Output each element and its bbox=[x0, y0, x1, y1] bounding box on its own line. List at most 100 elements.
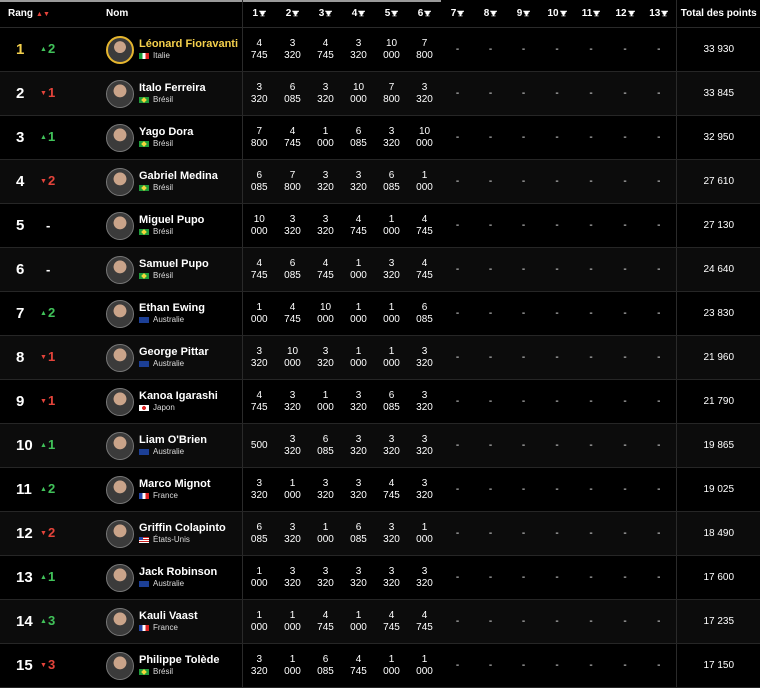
athlete-cell[interactable]: George Pittar Australie bbox=[106, 335, 242, 380]
athlete-cell[interactable]: Kauli Vaast France bbox=[106, 599, 242, 644]
athlete-cell[interactable]: Jack Robinson Australie bbox=[106, 555, 242, 600]
table-row[interactable]: 10 ▲1 Liam O'Brien Australie 500 3 320 6 085 3 … bbox=[0, 423, 760, 468]
athlete-name[interactable]: Marco Mignot bbox=[139, 478, 211, 491]
athlete-name[interactable]: Kauli Vaast bbox=[139, 610, 198, 623]
event-header-9[interactable]: 9 bbox=[507, 0, 540, 28]
athlete-name[interactable]: Kanoa Igarashi bbox=[139, 390, 218, 403]
event-score: - bbox=[642, 643, 676, 688]
table-row[interactable]: 8 ▼1 George Pittar Australie 3 320 10 000 3 32… bbox=[0, 335, 760, 380]
event-score: - bbox=[574, 511, 608, 556]
athlete-cell[interactable]: Gabriel Medina Brésil bbox=[106, 159, 242, 204]
sort-header[interactable]: ▲▼ bbox=[36, 0, 106, 28]
event-score: 4 745 bbox=[241, 247, 276, 292]
athlete-name[interactable]: Gabriel Medina bbox=[139, 170, 218, 183]
athlete-cell[interactable]: Italo Ferreira Brésil bbox=[106, 71, 242, 116]
event-header-2[interactable]: 2 bbox=[276, 0, 309, 28]
athlete-cell[interactable]: Griffin Colapinto États-Unis bbox=[106, 511, 242, 556]
rank-cell: 12 bbox=[0, 511, 36, 556]
event-score: 4 745 bbox=[241, 379, 276, 424]
event-score: 1 000 bbox=[276, 467, 309, 512]
table-row[interactable]: 12 ▼2 Griffin Colapinto États-Unis 6 085 3 32… bbox=[0, 511, 760, 556]
event-header-6[interactable]: 6 bbox=[408, 0, 441, 28]
table-row[interactable]: 9 ▼1 Kanoa Igarashi Japon 4 745 3 320 1 000 3 3… bbox=[0, 379, 760, 424]
trophy-icon bbox=[457, 10, 465, 17]
event-score: 1 000 bbox=[408, 511, 441, 556]
table-row[interactable]: 7 ▲2 Ethan Ewing Australie 1 000 4 745 10 000 1… bbox=[0, 291, 760, 336]
event-header-7[interactable]: 7 bbox=[441, 0, 474, 28]
trophy-icon bbox=[391, 10, 399, 17]
athlete-cell[interactable]: Liam O'Brien Australie bbox=[106, 423, 242, 468]
arrow-down-icon: ▼ bbox=[40, 529, 47, 537]
avatar bbox=[106, 343, 134, 372]
bresil-flag-icon bbox=[139, 229, 149, 235]
athlete-cell[interactable]: Marco Mignot France bbox=[106, 467, 242, 512]
event-score: 4 745 bbox=[408, 247, 441, 292]
athlete-cell[interactable]: Philippe Tolède Brésil bbox=[106, 643, 242, 688]
athlete-cell[interactable]: Miguel Pupo Brésil bbox=[106, 203, 242, 248]
athlete-cell[interactable]: Samuel Pupo Brésil bbox=[106, 247, 242, 292]
event-score: 500 bbox=[241, 423, 276, 468]
table-row[interactable]: 11 ▲2 Marco Mignot France 3 320 1 000 3 320 3 3… bbox=[0, 467, 760, 512]
event-score: 4 745 bbox=[375, 467, 408, 512]
event-score: 6 085 bbox=[342, 115, 375, 160]
athlete-name[interactable]: Yago Dora bbox=[139, 126, 193, 139]
event-score: - bbox=[441, 423, 474, 468]
event-score: - bbox=[608, 335, 642, 380]
table-body: 1 ▲2 Léonard Fioravanti Italie 4 745 3 320 4 7… bbox=[0, 27, 760, 688]
rank-change: ▲2 bbox=[36, 467, 106, 512]
event-header-3[interactable]: 3 bbox=[309, 0, 342, 28]
event-score: - bbox=[474, 555, 507, 600]
athlete-name[interactable]: Liam O'Brien bbox=[139, 434, 207, 447]
table-row[interactable]: 4 ▼2 Gabriel Medina Brésil 6 085 7 800 3 320 3 … bbox=[0, 159, 760, 204]
event-score: - bbox=[574, 27, 608, 72]
table-row[interactable]: 5- Miguel Pupo Brésil 10 000 3 320 3 320 4 745… bbox=[0, 203, 760, 248]
athlete-name[interactable]: Philippe Tolède bbox=[139, 654, 219, 667]
trophy-icon bbox=[424, 10, 432, 17]
athlete-name[interactable]: Jack Robinson bbox=[139, 566, 217, 579]
athlete-name[interactable]: George Pittar bbox=[139, 346, 209, 359]
athlete-name[interactable]: Léonard Fioravanti bbox=[139, 38, 238, 51]
total-points: 24 640 bbox=[675, 247, 760, 292]
athlete-name[interactable]: Samuel Pupo bbox=[139, 258, 209, 271]
event-header-13[interactable]: 13 bbox=[642, 0, 676, 28]
athlete-name[interactable]: Griffin Colapinto bbox=[139, 522, 226, 535]
event-score: 3 320 bbox=[241, 467, 276, 512]
athlete-name[interactable]: Italo Ferreira bbox=[139, 82, 206, 95]
athlete-cell[interactable]: Léonard Fioravanti Italie bbox=[106, 27, 242, 72]
athlete-name[interactable]: Miguel Pupo bbox=[139, 214, 204, 227]
event-score: - bbox=[474, 291, 507, 336]
event-score: 1 000 bbox=[342, 291, 375, 336]
event-header-10[interactable]: 10 bbox=[540, 0, 574, 28]
athlete-cell[interactable]: Ethan Ewing Australie bbox=[106, 291, 242, 336]
rank-header[interactable]: Rang bbox=[0, 0, 36, 28]
name-header[interactable]: Nom bbox=[106, 0, 242, 28]
trophy-icon bbox=[259, 10, 267, 17]
total-points-header[interactable]: Total des points bbox=[675, 0, 760, 28]
event-score: 1 000 bbox=[241, 555, 276, 600]
athlete-name[interactable]: Ethan Ewing bbox=[139, 302, 205, 315]
event-score: 3 320 bbox=[309, 71, 342, 116]
event-score: 3 320 bbox=[276, 511, 309, 556]
table-row[interactable]: 13 ▲1 Jack Robinson Australie 1 000 3 320 3 32… bbox=[0, 555, 760, 600]
arrow-down-icon: ▼ bbox=[40, 397, 47, 405]
event-header-11[interactable]: 11 bbox=[574, 0, 608, 28]
event-score: 6 085 bbox=[276, 247, 309, 292]
event-score: 3 320 bbox=[276, 555, 309, 600]
athlete-cell[interactable]: Kanoa Igarashi Japon bbox=[106, 379, 242, 424]
event-header-4[interactable]: 4 bbox=[342, 0, 375, 28]
event-header-8[interactable]: 8 bbox=[474, 0, 507, 28]
event-header-12[interactable]: 12 bbox=[608, 0, 642, 28]
table-row[interactable]: 15 ▼3 Philippe Tolède Brésil 3 320 1 000 6 085… bbox=[0, 643, 760, 688]
bresil-flag-icon bbox=[139, 273, 149, 279]
event-header-5[interactable]: 5 bbox=[375, 0, 408, 28]
table-row[interactable]: 2 ▼1 Italo Ferreira Brésil 3 320 6 085 3 320 10… bbox=[0, 71, 760, 116]
athlete-cell[interactable]: Yago Dora Brésil bbox=[106, 115, 242, 160]
event-header-1[interactable]: 1 bbox=[241, 0, 276, 28]
table-row[interactable]: 1 ▲2 Léonard Fioravanti Italie 4 745 3 320 4 7… bbox=[0, 27, 760, 72]
table-row[interactable]: 6- Samuel Pupo Brésil 4 745 6 085 4 745 1 000 3… bbox=[0, 247, 760, 292]
table-row[interactable]: 3 ▲1 Yago Dora Brésil 7 800 4 745 1 000 6 085 3 … bbox=[0, 115, 760, 160]
event-score: - bbox=[642, 555, 676, 600]
table-row[interactable]: 14 ▲3 Kauli Vaast France 1 000 1 000 4 745 1 00… bbox=[0, 599, 760, 644]
athlete-country: Australie bbox=[153, 359, 185, 368]
rank-cell: 1 bbox=[0, 27, 36, 72]
